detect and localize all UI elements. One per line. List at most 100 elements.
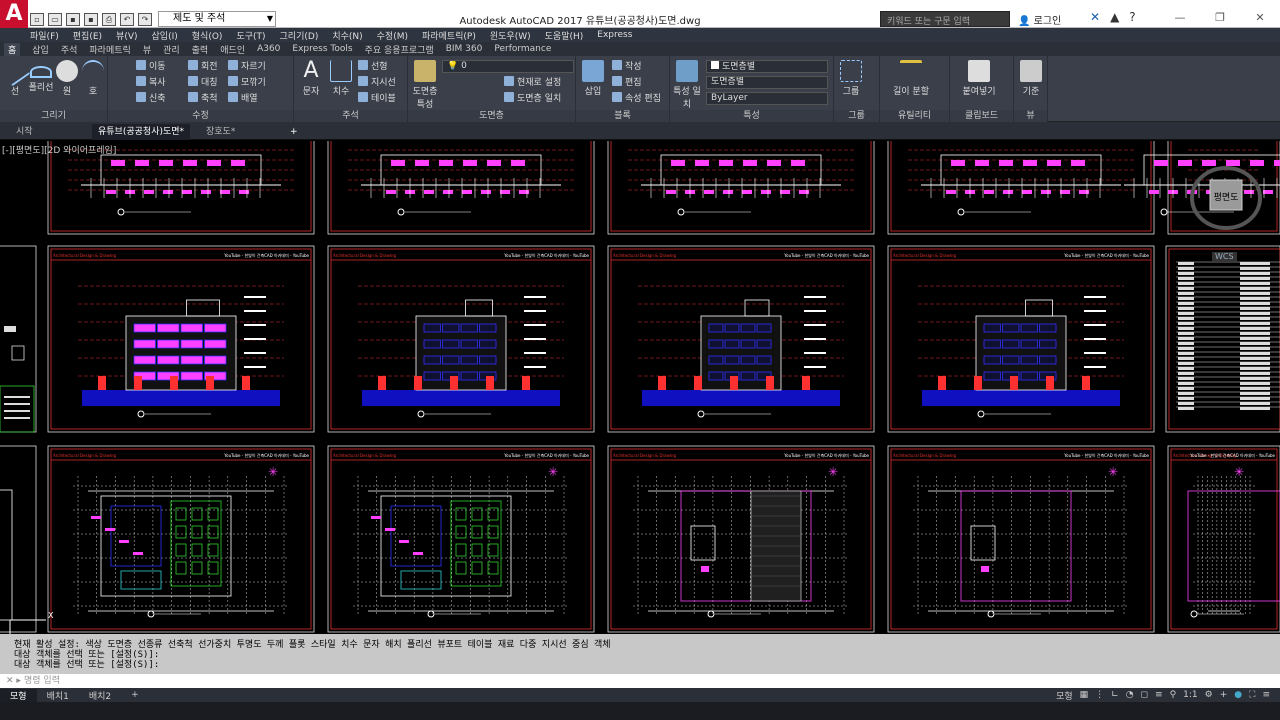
redo-icon[interactable]: ↷ [138, 12, 152, 26]
new-icon[interactable]: ▫ [30, 12, 44, 26]
drawing-canvas[interactable]: Architectural Design & Drawing YouTube - … [0, 141, 1280, 634]
workspace-select[interactable]: 제도 및 주석 ▼ [158, 11, 276, 27]
menu-item[interactable]: 치수(N) [332, 29, 362, 42]
model-space-button[interactable]: 모형 [1056, 689, 1073, 702]
linetype-dropdown[interactable]: 도면층별 [706, 76, 828, 89]
gear-icon[interactable]: ⚙ [1205, 690, 1213, 700]
save-as-icon[interactable]: ▪ [84, 12, 98, 26]
menu-item[interactable]: 삽입(I) [152, 29, 178, 42]
menu-item[interactable]: 도움말(H) [545, 29, 584, 42]
scale-button[interactable]: 축척 [188, 92, 218, 106]
edit-block-button[interactable]: 편집 [612, 76, 642, 90]
autocad-logo-icon[interactable]: A [0, 0, 28, 28]
add-layout-button[interactable]: + [121, 690, 149, 700]
layer-properties-button[interactable]: 도면층 특성 [410, 60, 440, 110]
base-button[interactable]: 기준 [1016, 60, 1046, 97]
ribbon-tab[interactable]: BIM 360 [446, 44, 483, 54]
isolate-icon[interactable]: ● [1234, 690, 1242, 700]
ortho-icon[interactable]: ∟ [1111, 690, 1119, 700]
ribbon-tab[interactable]: Express Tools [292, 44, 352, 54]
move-button[interactable]: 이동 [136, 60, 166, 74]
ribbon-tab[interactable]: A360 [257, 44, 280, 54]
plot-icon[interactable]: ⎙ [102, 12, 116, 26]
minimize-icon[interactable]: — [1160, 10, 1200, 26]
linear-button[interactable]: 선형 [358, 60, 388, 74]
menu-item[interactable]: 편집(E) [73, 29, 102, 42]
fullscreen-icon[interactable]: ⛶ [1249, 690, 1255, 700]
osnap-icon[interactable]: ◻ [1141, 690, 1148, 700]
array-button[interactable]: 배열 [228, 92, 258, 106]
ribbon-tab[interactable]: 관리 [163, 43, 180, 56]
ribbon-tab[interactable]: Performance [494, 44, 551, 54]
exchange-icon[interactable]: ✕ [1090, 10, 1100, 24]
color-dropdown[interactable]: 도면층별 [706, 60, 828, 73]
polar-icon[interactable]: ◔ [1126, 690, 1134, 700]
ribbon-tab[interactable]: 애드인 [220, 43, 245, 56]
tab-other-drawing[interactable]: 장호도* [200, 124, 241, 140]
edit-attribute-button[interactable]: 속성 편집 [612, 92, 661, 106]
ribbon-tab[interactable]: 주요 응용프로그램 [365, 43, 434, 56]
menu-item[interactable]: Express [597, 30, 632, 40]
ribbon-tab[interactable]: 파라메트릭 [89, 43, 130, 56]
grid-icon[interactable]: ▦ [1080, 690, 1089, 700]
open-icon[interactable]: ▭ [48, 12, 62, 26]
set-current-button[interactable]: 현재로 설정 [504, 76, 561, 90]
ribbon-tab[interactable]: 뷰 [143, 43, 151, 56]
leader-button[interactable]: 지시선 [358, 76, 396, 90]
sign-in-button[interactable]: 👤 로그인 [1018, 12, 1061, 27]
layer-match-button[interactable]: 도면층 일치 [504, 92, 561, 106]
customize-icon[interactable]: ≡ [1262, 690, 1270, 700]
arc-button[interactable]: 호 [78, 60, 108, 97]
copy-button[interactable]: 복사 [136, 76, 166, 90]
menu-item[interactable]: 형식(O) [192, 29, 223, 42]
tab-current-drawing[interactable]: 유튜브(공공청사)도면* [92, 124, 191, 140]
search-input[interactable]: 키워드 또는 구문 입력 [880, 11, 1010, 27]
wcs-label[interactable]: WCS [1212, 252, 1237, 261]
ribbon-tab[interactable]: 출력 [192, 43, 209, 56]
ribbon-tab[interactable]: 삽입 [32, 43, 49, 56]
plus-icon[interactable]: + [1220, 690, 1228, 700]
lineweight-dropdown[interactable]: ByLayer [706, 92, 828, 105]
close-icon[interactable]: ✕ [1240, 10, 1280, 26]
menu-item[interactable]: 도구(T) [236, 29, 265, 42]
ribbon-tab[interactable]: 주석 [61, 43, 78, 56]
restore-icon[interactable]: ❐ [1200, 10, 1240, 26]
table-button[interactable]: 테이블 [358, 92, 396, 106]
undo-icon[interactable]: ↶ [120, 12, 134, 26]
save-icon[interactable]: ▪ [66, 12, 80, 26]
text-button[interactable]: A 문자 [296, 60, 326, 98]
ribbon-tab[interactable]: 홈 [4, 42, 21, 56]
tab-start[interactable]: 시작 [10, 124, 39, 140]
annotation-icon[interactable]: ⚲ [1170, 690, 1177, 700]
layer-dropdown[interactable]: 💡 0 [442, 60, 574, 73]
new-tab-button[interactable]: + [284, 124, 304, 140]
tab-layout1[interactable]: 배치1 [37, 689, 79, 702]
help-icon[interactable]: ? [1129, 10, 1135, 24]
command-input[interactable]: ✕ ▸ 명령 입력 [0, 674, 1280, 688]
paste-button[interactable]: 붙여넣기 [956, 60, 1002, 97]
create-block-button[interactable]: 작성 [612, 60, 642, 74]
divide-button[interactable]: 길이 분할 [888, 60, 934, 97]
dimension-button[interactable]: 치수 [326, 60, 356, 97]
tab-layout2[interactable]: 배치2 [79, 689, 121, 702]
lineweight-icon[interactable]: ≡ [1155, 690, 1163, 700]
menu-item[interactable]: 파라메트릭(P) [422, 29, 476, 42]
rotate-button[interactable]: 회전 [188, 60, 218, 74]
annotation-scale[interactable]: 1:1 [1183, 690, 1197, 700]
match-properties-button[interactable]: 특성 일치 [672, 60, 702, 110]
a360-icon[interactable]: ▲ [1110, 10, 1119, 24]
menu-item[interactable]: 윈도우(W) [490, 29, 531, 42]
snap-icon[interactable]: ⋮ [1095, 690, 1104, 700]
tab-model[interactable]: 모형 [0, 688, 37, 702]
group-button[interactable]: 그룹 [836, 60, 866, 97]
menu-item[interactable]: 그리기(D) [280, 29, 319, 42]
trim-button[interactable]: 자르기 [228, 60, 266, 74]
insert-button[interactable]: 삽입 [578, 60, 608, 97]
menu-item[interactable]: 뷰(V) [116, 29, 137, 42]
viewcube[interactable]: 평면도 WCS [1188, 158, 1264, 261]
menu-item[interactable]: 수정(M) [377, 29, 408, 42]
stretch-button[interactable]: 신축 [136, 92, 166, 106]
viewport-controls[interactable]: [-][평면도][2D 와이어프레임] [2, 143, 116, 156]
menu-item[interactable]: 파일(F) [30, 29, 59, 42]
mirror-button[interactable]: 대칭 [188, 76, 218, 90]
